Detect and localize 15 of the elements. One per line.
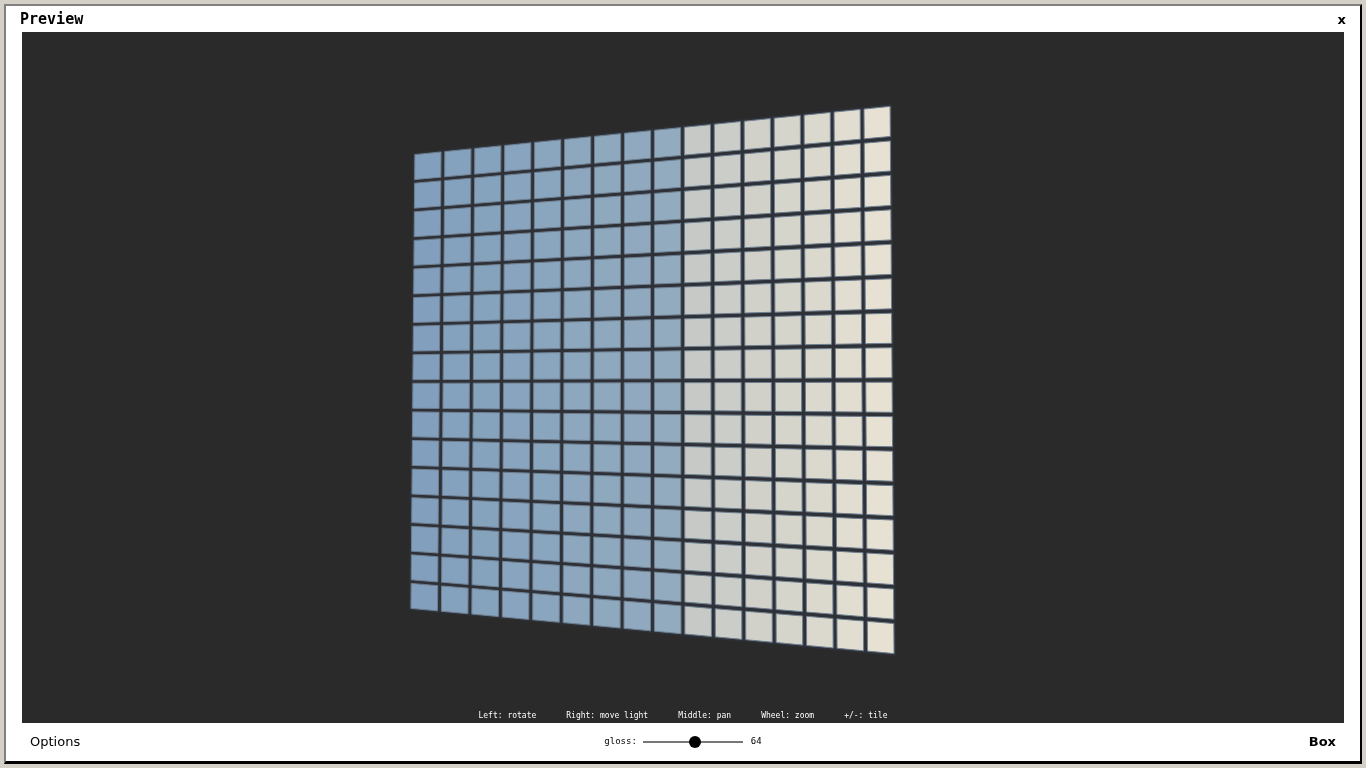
control-hint: Left: rotate	[478, 710, 537, 722]
gloss-value: 64	[750, 735, 762, 749]
shape-button[interactable]: Box	[1216, 732, 1336, 752]
options-button[interactable]: Options	[30, 732, 150, 752]
tiled-plane-drawing[interactable]	[409, 104, 896, 656]
gloss-label: gloss:	[604, 735, 637, 749]
gloss-slider[interactable]	[642, 736, 743, 748]
3d-viewport[interactable]: Left: rotate Right: move light Middle: pan Wheel: zoom +/-: tile	[22, 32, 1344, 723]
control-hint: Wheel: zoom	[761, 710, 815, 722]
control-hint: Right: move light	[566, 710, 649, 722]
control-hint: +/-: tile	[844, 710, 888, 722]
close-button[interactable]: x	[1337, 12, 1346, 26]
slider-thumb[interactable]	[688, 736, 701, 748]
control-hint: Middle: pan	[678, 710, 732, 722]
window-title: Preview	[20, 8, 84, 30]
